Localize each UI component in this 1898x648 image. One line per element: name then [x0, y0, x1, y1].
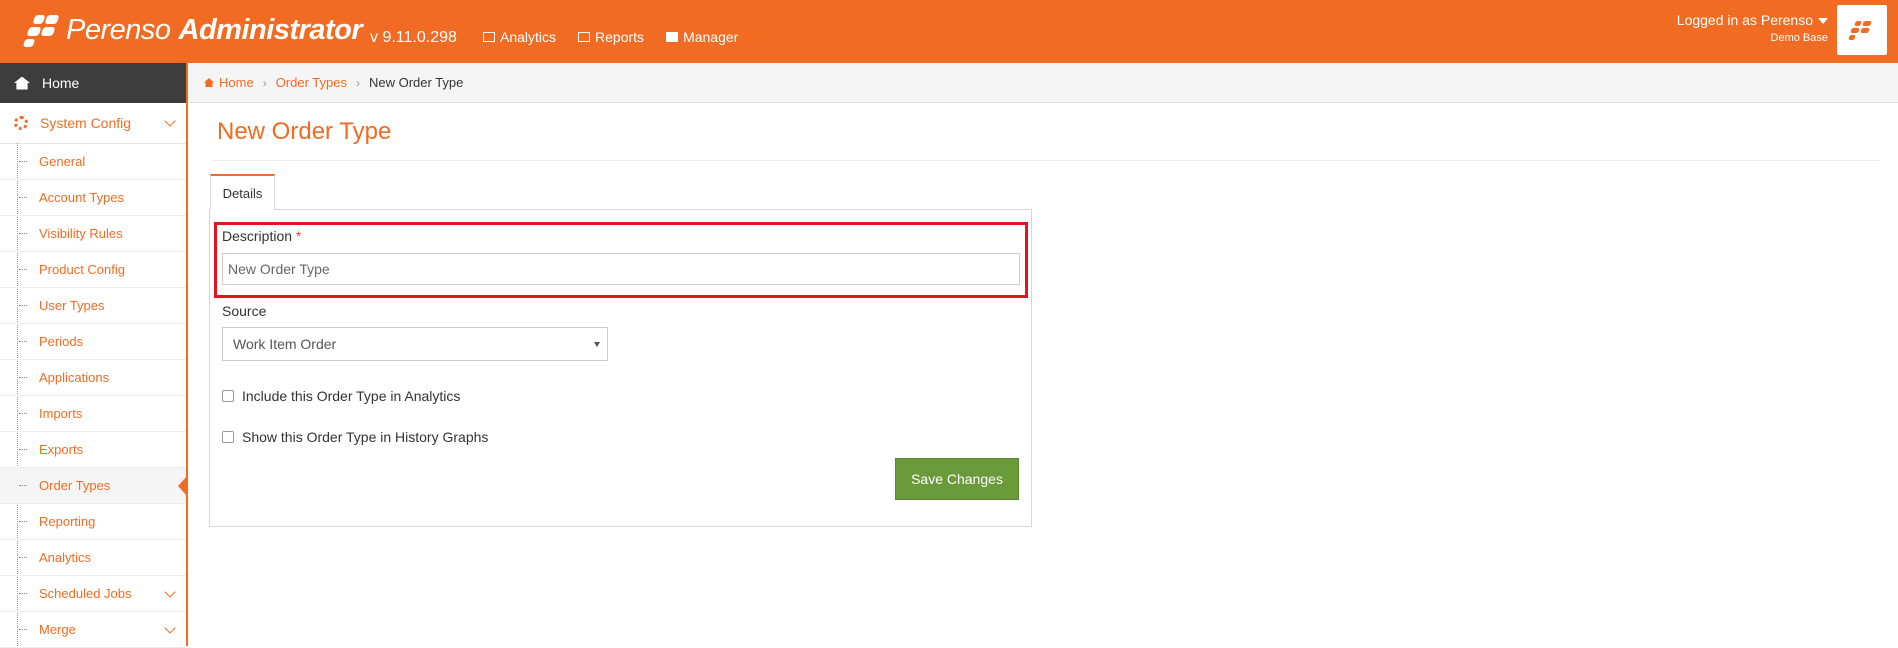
page-title: New Order Type [217, 118, 392, 145]
gear-icon [14, 116, 28, 130]
source-label: Source [222, 303, 267, 319]
sidebar-item-merge[interactable]: Merge [0, 612, 186, 648]
breadcrumb-home[interactable]: Home [204, 75, 254, 90]
home-icon [14, 76, 30, 90]
table-icon [578, 32, 591, 42]
chevron-down-icon [164, 622, 176, 634]
sidebar-item-system-config[interactable]: System Config [0, 103, 186, 144]
breadcrumb-current: New Order Type [368, 75, 464, 90]
chevron-down-icon [164, 115, 176, 127]
tab-details[interactable]: Details [210, 174, 275, 210]
avatar[interactable] [1837, 5, 1887, 55]
save-button[interactable]: Save Changes [895, 458, 1019, 500]
analytics-checkbox-label: Include this Order Type in Analytics [242, 388, 461, 404]
history-checkbox-label: Show this Order Type in History Graphs [242, 429, 489, 445]
top-nav: Analytics Reports Manager [483, 29, 738, 45]
sidebar: Home System Config General Account Types… [0, 63, 188, 648]
bar-chart-icon [483, 32, 495, 42]
sidebar-item-applications[interactable]: Applications [0, 360, 186, 396]
brand[interactable]: Perenso Administrator [22, 10, 363, 50]
divider [212, 160, 1880, 161]
sidebar-item-product-config[interactable]: Product Config [0, 252, 186, 288]
sidebar-item-reporting[interactable]: Reporting [0, 504, 186, 540]
sidebar-item-imports[interactable]: Imports [0, 396, 186, 432]
sidebar-item-home[interactable]: Home [0, 63, 186, 103]
version-label: v 9.11.0.298 [370, 29, 457, 46]
sidebar-item-periods[interactable]: Periods [0, 324, 186, 360]
nav-manager[interactable]: Manager [666, 29, 738, 45]
home-icon [204, 78, 214, 87]
nav-reports[interactable]: Reports [578, 29, 644, 45]
database-label: Demo Base [1770, 32, 1828, 44]
breadcrumb-separator: › [262, 75, 267, 90]
sidebar-item-general[interactable]: General [0, 144, 186, 180]
chevron-down-icon [164, 586, 176, 598]
breadcrumb: Home › Order Types › New Order Type [188, 63, 1898, 103]
top-bar: Perenso Administrator v 9.11.0.298 Analyt… [0, 0, 1898, 63]
highlight-box [214, 222, 1028, 298]
breadcrumb-separator: › [355, 75, 360, 90]
caret-down-icon [1818, 18, 1828, 25]
dropdown-arrow-icon [594, 342, 600, 347]
sidebar-item-scheduled-jobs[interactable]: Scheduled Jobs [0, 576, 186, 612]
sidebar-item-user-types[interactable]: User Types [0, 288, 186, 324]
user-menu[interactable]: Logged in as Perenso Demo Base [1677, 12, 1828, 44]
sidebar-item-analytics[interactable]: Analytics [0, 540, 186, 576]
user-label: Logged in as Perenso [1676, 12, 1813, 28]
analytics-checkbox[interactable] [222, 390, 234, 402]
source-select[interactable]: Work Item Order [222, 327, 608, 361]
sidebar-item-order-types[interactable]: Order Types [0, 468, 188, 504]
history-checkbox[interactable] [222, 431, 234, 443]
sidebar-item-exports[interactable]: Exports [0, 432, 186, 468]
sidebar-item-account-types[interactable]: Account Types [0, 180, 186, 216]
sidebar-item-visibility-rules[interactable]: Visibility Rules [0, 216, 186, 252]
breadcrumb-order-types[interactable]: Order Types [276, 75, 347, 90]
nav-analytics[interactable]: Analytics [483, 29, 556, 45]
briefcase-icon [666, 32, 679, 42]
brand-name: Perenso Administrator [66, 13, 363, 46]
perenso-logo-icon [22, 13, 62, 47]
